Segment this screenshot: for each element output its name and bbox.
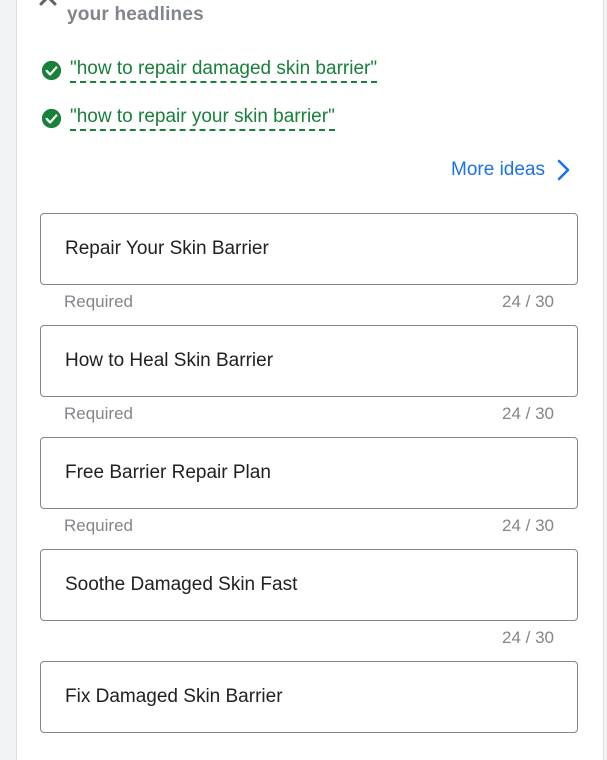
required-hint: Required: [64, 292, 133, 311]
panel-subtitle: your headlines: [67, 4, 204, 25]
headline-input-3[interactable]: Free Barrier Repair Plan: [40, 437, 578, 509]
headline-input-2[interactable]: How to Heal Skin Barrier: [40, 325, 578, 397]
character-counter: 24 / 30: [502, 292, 554, 311]
check-circle-icon: [41, 60, 62, 80]
headline-input-4[interactable]: Soothe Damaged Skin Fast: [40, 549, 578, 621]
suggestion-item[interactable]: "how to repair damaged skin barrier": [41, 58, 378, 83]
chevron-right-icon: [557, 159, 570, 181]
headline-value[interactable]: How to Heal Skin Barrier: [65, 350, 273, 372]
check-circle-icon: [41, 108, 62, 128]
headline-value[interactable]: Repair Your Skin Barrier: [65, 238, 269, 260]
character-counter: 24 / 30: [502, 628, 554, 647]
close-icon[interactable]: [37, 0, 59, 8]
headline-input-5[interactable]: Fix Damaged Skin Barrier: [40, 661, 578, 733]
more-ideas-button[interactable]: More ideas: [451, 158, 571, 182]
more-ideas-label: More ideas: [451, 159, 545, 180]
suggestion-item[interactable]: "how to repair your skin barrier": [41, 106, 335, 131]
required-hint: Required: [64, 516, 133, 535]
required-hint: Required: [64, 404, 133, 423]
headline-value[interactable]: Soothe Damaged Skin Fast: [65, 574, 297, 596]
headline-input-1[interactable]: Repair Your Skin Barrier: [40, 213, 578, 285]
character-counter: 24 / 30: [502, 404, 554, 423]
headline-value[interactable]: Fix Damaged Skin Barrier: [65, 686, 283, 708]
suggestion-text[interactable]: "how to repair damaged skin barrier": [70, 58, 378, 83]
suggestion-text[interactable]: "how to repair your skin barrier": [70, 106, 335, 131]
headline-value[interactable]: Free Barrier Repair Plan: [65, 462, 271, 484]
character-counter: 24 / 30: [502, 516, 554, 535]
